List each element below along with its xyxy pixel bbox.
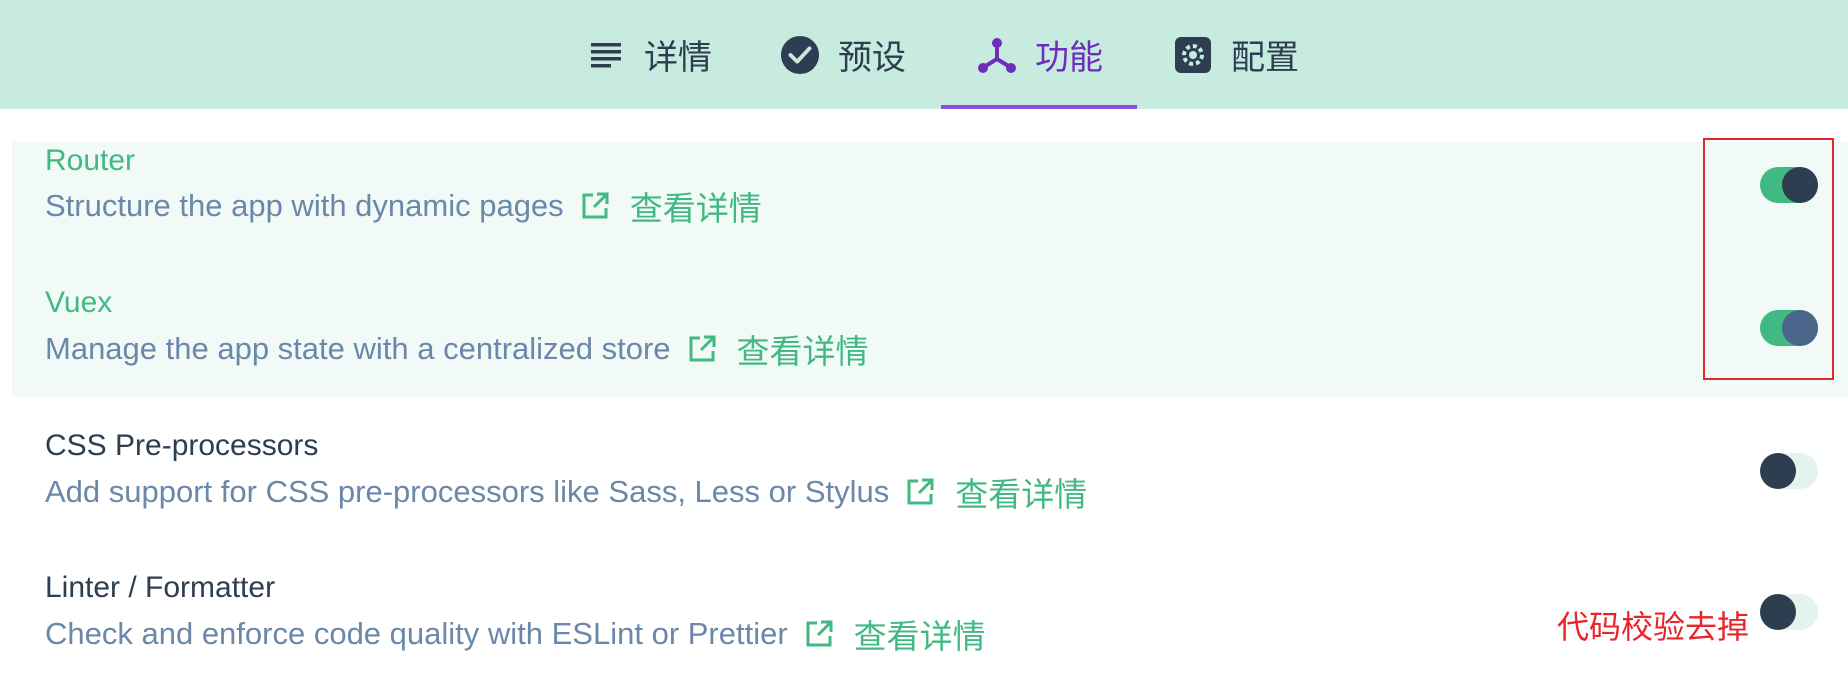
toggle-knob — [1782, 310, 1818, 346]
external-link-icon — [580, 191, 610, 221]
feature-description: Add support for CSS pre-processors like … — [45, 474, 890, 509]
tab-features[interactable]: 功能 — [941, 0, 1137, 109]
feature-description: Structure the app with dynamic pages — [45, 188, 564, 223]
feature-description: Manage the app state with a centralized … — [45, 331, 671, 366]
toggle-knob — [1760, 594, 1796, 630]
feature-item-vuex[interactable]: Vuex Manage the app state with a central… — [12, 254, 1848, 397]
tab-configuration[interactable]: 配置 — [1173, 0, 1299, 109]
tab-bar: 详情 预设 功能 配置 — [0, 0, 1848, 109]
more-info-link[interactable]: 查看详情 — [737, 325, 869, 373]
router-toggle[interactable] — [1760, 167, 1818, 203]
feature-item-css-preprocessors[interactable]: CSS Pre-processors Add support for CSS p… — [12, 397, 1848, 540]
tab-details[interactable]: 详情 — [586, 0, 712, 109]
feature-description: Check and enforce code quality with ESLi… — [45, 616, 788, 651]
external-link-icon — [687, 334, 717, 364]
feature-description-line: Add support for CSS pre-processors like … — [45, 468, 1087, 516]
more-info-link[interactable]: 查看详情 — [955, 468, 1087, 516]
tab-label: 详情 — [644, 39, 712, 77]
feature-name: CSS Pre-processors — [45, 429, 319, 462]
vuex-toggle[interactable] — [1760, 310, 1818, 346]
toggle-knob — [1760, 453, 1796, 489]
tab-presets[interactable]: 预设 — [780, 0, 906, 109]
gear-icon — [1173, 35, 1213, 75]
features-fork-icon — [977, 35, 1017, 75]
tab-label: 配置 — [1231, 39, 1299, 77]
css-preprocessors-toggle[interactable] — [1760, 453, 1818, 489]
more-info-link[interactable]: 查看详情 — [630, 182, 762, 230]
linter-formatter-toggle[interactable] — [1760, 594, 1818, 630]
feature-description-line: Manage the app state with a centralized … — [45, 325, 869, 373]
feature-name: Router — [45, 144, 136, 177]
external-link-icon — [905, 477, 935, 507]
feature-description-line: Structure the app with dynamic pages 查看详… — [45, 182, 762, 230]
feature-name: Linter / Formatter — [45, 571, 276, 604]
tab-label: 功能 — [1035, 39, 1103, 77]
more-info-link[interactable]: 查看详情 — [854, 610, 986, 658]
details-list-icon — [586, 35, 626, 75]
tab-label: 预设 — [838, 39, 906, 77]
feature-description-line: Check and enforce code quality with ESLi… — [45, 610, 986, 658]
feature-name: Vuex — [45, 286, 113, 319]
annotation-note: 代码校验去掉 — [1557, 608, 1750, 646]
check-circle-icon — [780, 35, 820, 75]
toggle-knob — [1782, 167, 1818, 203]
feature-item-router[interactable]: Router Structure the app with dynamic pa… — [12, 142, 1848, 254]
external-link-icon — [804, 619, 834, 649]
